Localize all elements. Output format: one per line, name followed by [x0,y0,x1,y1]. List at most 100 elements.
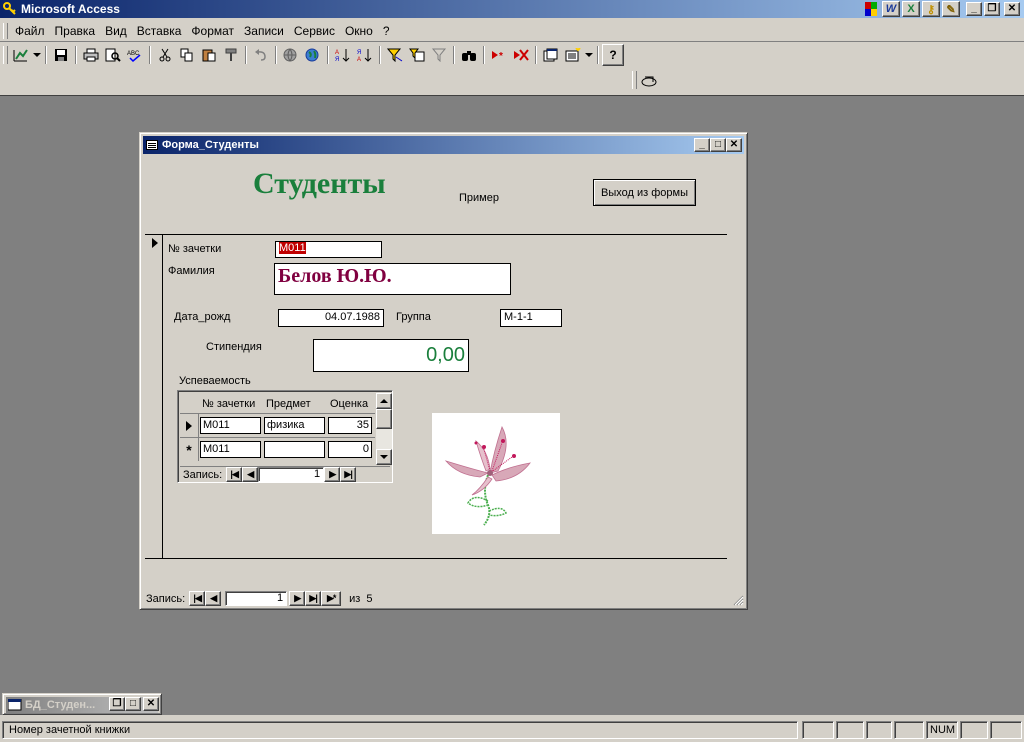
form-close-button[interactable]: ✕ [726,138,742,152]
db-maximize-button[interactable]: □ [125,697,141,711]
web-toolbar-icon[interactable] [302,44,324,66]
app-restore-button[interactable]: ❐ [984,2,1000,16]
undo-icon[interactable] [250,44,272,66]
hyperlink-icon[interactable] [280,44,302,66]
app-minimize-button[interactable]: _ [966,2,982,16]
menu-view[interactable]: Вид [100,24,132,38]
find-binoculars-icon[interactable] [458,44,480,66]
zachetka-field[interactable]: М011 [275,241,382,258]
new-record-icon[interactable]: * [488,44,510,66]
help-icon[interactable]: ? [602,44,624,66]
subform-cell-zachetka[interactable]: М011 [200,417,261,434]
menu-file[interactable]: Файл [10,24,50,38]
status-panel [894,721,924,739]
notes-icon[interactable]: ✎ [942,1,960,17]
current-record-arrow-icon [152,238,158,248]
form-icon [146,140,158,150]
scroll-down-icon[interactable] [376,449,392,465]
toolbar-separator [535,46,537,64]
next-record-icon[interactable]: ▶ [324,467,341,482]
new-record-nav-icon[interactable]: ▶* [321,591,342,606]
stipendia-label: Стипендия [206,341,262,353]
record-selector[interactable] [145,235,163,558]
status-panel [836,721,864,739]
form-record-number[interactable]: 1 [225,591,288,606]
last-record-icon[interactable]: ▶| [340,467,357,482]
cut-icon[interactable] [154,44,176,66]
print-icon[interactable] [80,44,102,66]
subform-cell-zachetka[interactable]: М011 [200,441,261,458]
office-assistant-icon[interactable] [638,70,660,92]
filter-by-form-icon[interactable] [406,44,428,66]
menu-window[interactable]: Окно [340,24,378,38]
subform-record-number[interactable]: 1 [258,467,325,482]
menu-tools[interactable]: Сервис [289,24,340,38]
new-object-dropdown-icon[interactable] [584,44,594,66]
format-painter-icon[interactable] [220,44,242,66]
exit-form-button[interactable]: Выход из формы [593,179,696,206]
new-record-asterisk-icon[interactable]: * [180,438,199,461]
access-key-icon[interactable] [3,2,17,16]
menu-insert[interactable]: Вставка [132,24,187,38]
prev-record-icon[interactable]: ◀ [242,467,259,482]
form-minimize-button[interactable]: _ [694,138,710,152]
status-panel [866,721,892,739]
first-record-icon[interactable]: |◀ [189,591,206,606]
menu-format[interactable]: Формат [186,24,239,38]
subform-cell-ocenka[interactable]: 35 [328,417,372,434]
database-window-icon[interactable] [540,44,562,66]
save-icon[interactable] [50,44,72,66]
subform-col-predmet[interactable]: Предмет [266,398,311,410]
word-icon[interactable]: W [882,1,900,17]
paste-icon[interactable] [198,44,220,66]
database-window-title: БД_Студен... [25,699,96,711]
birth-date-field[interactable]: 04.07.1988 [278,309,384,327]
familiya-field[interactable]: Белов Ю.Ю. [274,263,511,295]
subform-row-selector[interactable] [180,414,199,437]
view-dropdown-arrow-icon[interactable] [32,44,42,66]
office-shortcut-icon[interactable] [862,1,880,17]
app-close-button[interactable]: ✕ [1004,2,1020,16]
subform-col-ocenka[interactable]: Оценка [330,398,368,410]
sort-descending-icon[interactable]: ЯA [354,44,376,66]
scroll-up-icon[interactable] [376,393,392,409]
last-record-icon[interactable]: ▶| [305,591,322,606]
subform-new-row: * М011 0 [180,437,375,461]
filter-by-selection-icon[interactable] [384,44,406,66]
prev-record-icon[interactable]: ◀ [205,591,222,606]
resize-grip-icon[interactable] [732,594,744,606]
group-field[interactable]: М-1-1 [500,309,562,327]
print-preview-icon[interactable] [102,44,124,66]
scroll-thumb[interactable] [376,409,392,429]
svg-text:Я: Я [335,57,339,62]
delete-record-icon[interactable] [510,44,532,66]
key-icon[interactable]: ⚷ [922,1,940,17]
next-record-icon[interactable]: ▶ [289,591,306,606]
form-maximize-button[interactable]: □ [710,138,726,152]
menu-edit[interactable]: Правка [50,24,101,38]
new-object-icon[interactable] [562,44,584,66]
db-restore-button[interactable]: ❐ [109,697,125,711]
toolbar-separator [75,46,77,64]
footer-divider [145,558,727,559]
database-window-minimized[interactable]: БД_Студен... ❐ □ ✕ [2,693,162,715]
subform-vertical-scrollbar[interactable] [376,393,392,465]
apply-filter-icon[interactable] [428,44,450,66]
db-close-button[interactable]: ✕ [143,697,159,711]
excel-icon[interactable]: X [902,1,920,17]
form-window: Форма_Студенты _ □ ✕ Студенты Пример Вых… [139,132,748,610]
sort-ascending-icon[interactable]: AЯ [332,44,354,66]
svg-text:Я: Я [357,50,361,56]
subform-col-zachetka[interactable]: № зачетки [202,398,255,410]
stipendia-field[interactable]: 0,00 [313,339,469,372]
form-body: Студенты Пример Выход из формы № зачетки… [143,155,744,585]
spelling-icon[interactable]: ABC [124,44,146,66]
menu-records[interactable]: Записи [239,24,289,38]
view-design-icon[interactable] [10,44,32,66]
subform-cell-predmet[interactable] [264,441,325,458]
subform-cell-predmet[interactable]: физика [264,417,325,434]
menu-help[interactable]: ? [378,24,395,38]
first-record-icon[interactable]: |◀ [226,467,243,482]
subform-cell-ocenka[interactable]: 0 [328,441,372,458]
copy-icon[interactable] [176,44,198,66]
